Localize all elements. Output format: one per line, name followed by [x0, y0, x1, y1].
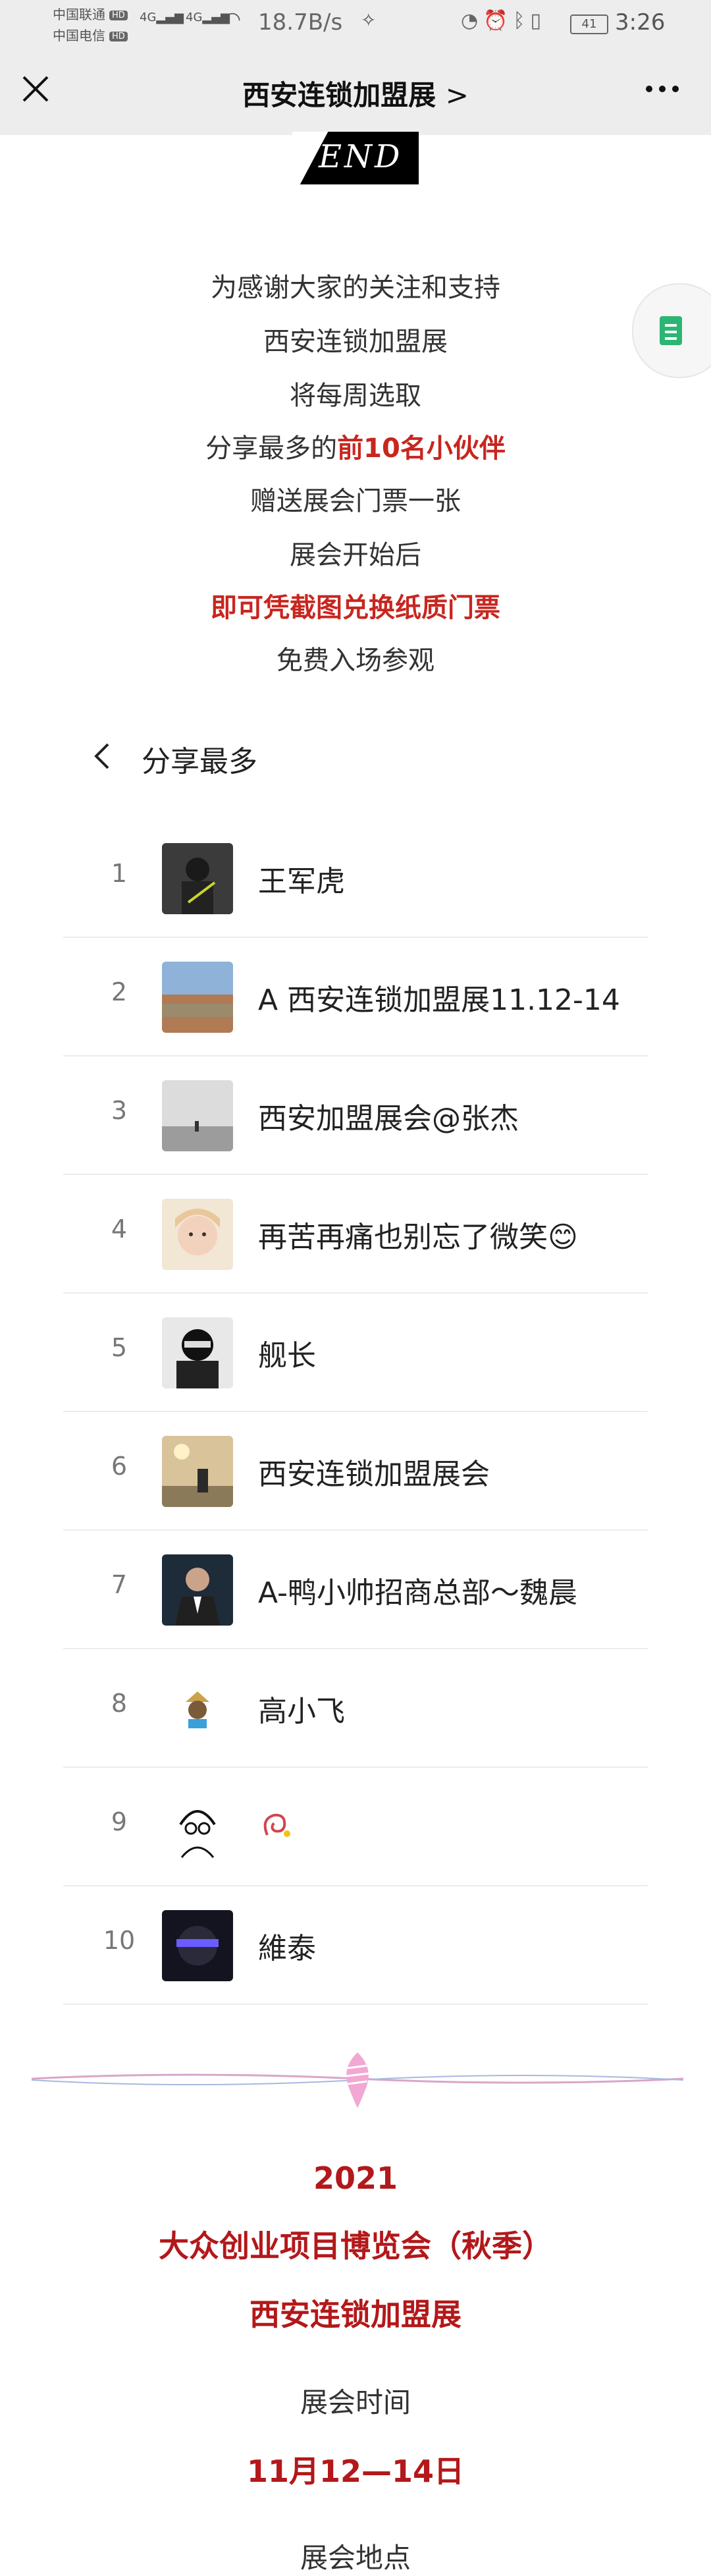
avatar	[162, 1199, 233, 1270]
snail-icon	[263, 1813, 290, 1837]
expo-time-value: 11月12—14日	[246, 2453, 465, 2489]
intro-line-3: 将每周选取	[290, 381, 421, 411]
avatar	[162, 1080, 233, 1151]
rank-number: 10	[103, 1926, 136, 1955]
list-item[interactable]: 7 A-鸭小帅招商总部～魏晨	[63, 1531, 648, 1649]
avatar	[162, 1792, 233, 1863]
user-name: A-鸭小帅招商总部～魏晨	[258, 1576, 578, 1610]
end-badge: END	[292, 132, 419, 184]
intro-line-6: 展会开始后	[290, 540, 421, 570]
ranking-list: 1 王军虎 2 A 西安连锁加盟展11.12-14 3 西安加盟展会@张杰 4 …	[63, 819, 648, 2005]
intro-line-1: 为感谢大家的关注和支持	[211, 273, 500, 303]
rank-number: 2	[111, 977, 128, 1006]
net-speed: 18.7B/s	[258, 9, 343, 36]
chevron-left-icon[interactable]	[88, 742, 117, 771]
list-item[interactable]: 6 西安连锁加盟展会	[63, 1412, 648, 1531]
expo-time-label: 展会时间	[300, 2386, 411, 2419]
expo-place-label: 展会地点	[300, 2542, 411, 2574]
expo-year: 2021	[313, 2160, 398, 2196]
avatar	[162, 1673, 233, 1744]
signal-icon-1: 4G▂▄▆	[140, 11, 184, 24]
avatar	[162, 1317, 233, 1388]
more-icon[interactable]	[636, 69, 689, 109]
user-name: 再苦再痛也别忘了微笑😊	[258, 1220, 578, 1254]
alarm-icon: ⏰	[483, 9, 514, 32]
signal-icon-2: 4G▂▄▆	[186, 11, 230, 24]
page-title[interactable]: 西安连锁加盟展 >	[0, 73, 711, 113]
rank-number: 8	[111, 1689, 128, 1718]
rank-number: 9	[111, 1807, 128, 1836]
carrier-2: 中国电信 HD	[53, 25, 128, 44]
battery-icon: 41	[570, 14, 608, 34]
intro-line-5: 赠送展会门票一张	[250, 486, 461, 516]
avatar	[162, 1910, 233, 1981]
user-name: 舰长	[258, 1339, 316, 1373]
list-item[interactable]: 5 舰长	[63, 1294, 648, 1412]
list-item[interactable]: 2 A 西安连锁加盟展11.12-14	[63, 938, 648, 1056]
status-bar: 中国联通 HD 中国电信 HD 4G▂▄▆ 4G▂▄▆ ◠ 18.7B/s ✧ ◔⏰…	[0, 0, 711, 49]
list-item[interactable]: 3 西安加盟展会@张杰	[63, 1056, 648, 1175]
user-name: A 西安连锁加盟展11.12-14	[258, 983, 620, 1017]
carrier-1: 中国联通 HD	[53, 4, 128, 23]
chevron-right-icon: >	[445, 79, 469, 111]
user-name: 王军虎	[258, 865, 345, 898]
avatar	[162, 843, 233, 914]
user-name: 高小飞	[258, 1695, 345, 1728]
expo-subtitle: 西安连锁加盟展	[250, 2297, 461, 2332]
user-name: 西安加盟展会@张杰	[258, 1102, 519, 1136]
user-name	[258, 1806, 292, 1848]
list-item[interactable]: 10 維泰	[63, 1886, 648, 2005]
list-item[interactable]: 4 再苦再痛也别忘了微笑😊	[63, 1175, 648, 1294]
nav-bar: 西安连锁加盟展 >	[0, 49, 711, 135]
rank-number: 4	[111, 1215, 128, 1244]
rank-number: 6	[111, 1452, 128, 1481]
rank-number: 5	[111, 1333, 128, 1362]
intro-line-4: 分享最多的前10名小伙伴	[205, 433, 506, 464]
vibrate-icon: ▯	[530, 9, 547, 32]
intro-line-7: 即可凭截图兑换纸质门票	[211, 593, 500, 623]
ranking-title: 分享最多	[142, 745, 257, 779]
bluetooth-icon: ᛒ	[513, 9, 531, 32]
system-icons: ◔⏰ᛒ▯	[461, 9, 546, 32]
list-item[interactable]: 1 王军虎	[63, 819, 648, 938]
clock: 3:26	[615, 9, 666, 36]
intro-line-2: 西安连锁加盟展	[263, 327, 448, 357]
rank-number: 1	[111, 859, 128, 888]
nfc-icon: ✧	[361, 9, 377, 31]
list-item[interactable]: 9	[63, 1768, 648, 1886]
intro-line-8: 免费入场参观	[276, 645, 434, 676]
wifi-icon: ◠	[224, 8, 242, 31]
rank-number: 7	[111, 1570, 128, 1599]
rank-number: 3	[111, 1096, 128, 1125]
avatar	[162, 1436, 233, 1507]
avatar	[162, 962, 233, 1033]
headphone-icon: ◔	[461, 9, 484, 32]
avatar	[162, 1554, 233, 1626]
decorative-divider	[32, 2052, 683, 2108]
user-name: 維泰	[258, 1932, 316, 1965]
expo-name: 大众创业项目博览会（秋季）	[159, 2228, 552, 2264]
list-item[interactable]: 8 高小飞	[63, 1649, 648, 1768]
user-name: 西安连锁加盟展会	[258, 1458, 490, 1491]
